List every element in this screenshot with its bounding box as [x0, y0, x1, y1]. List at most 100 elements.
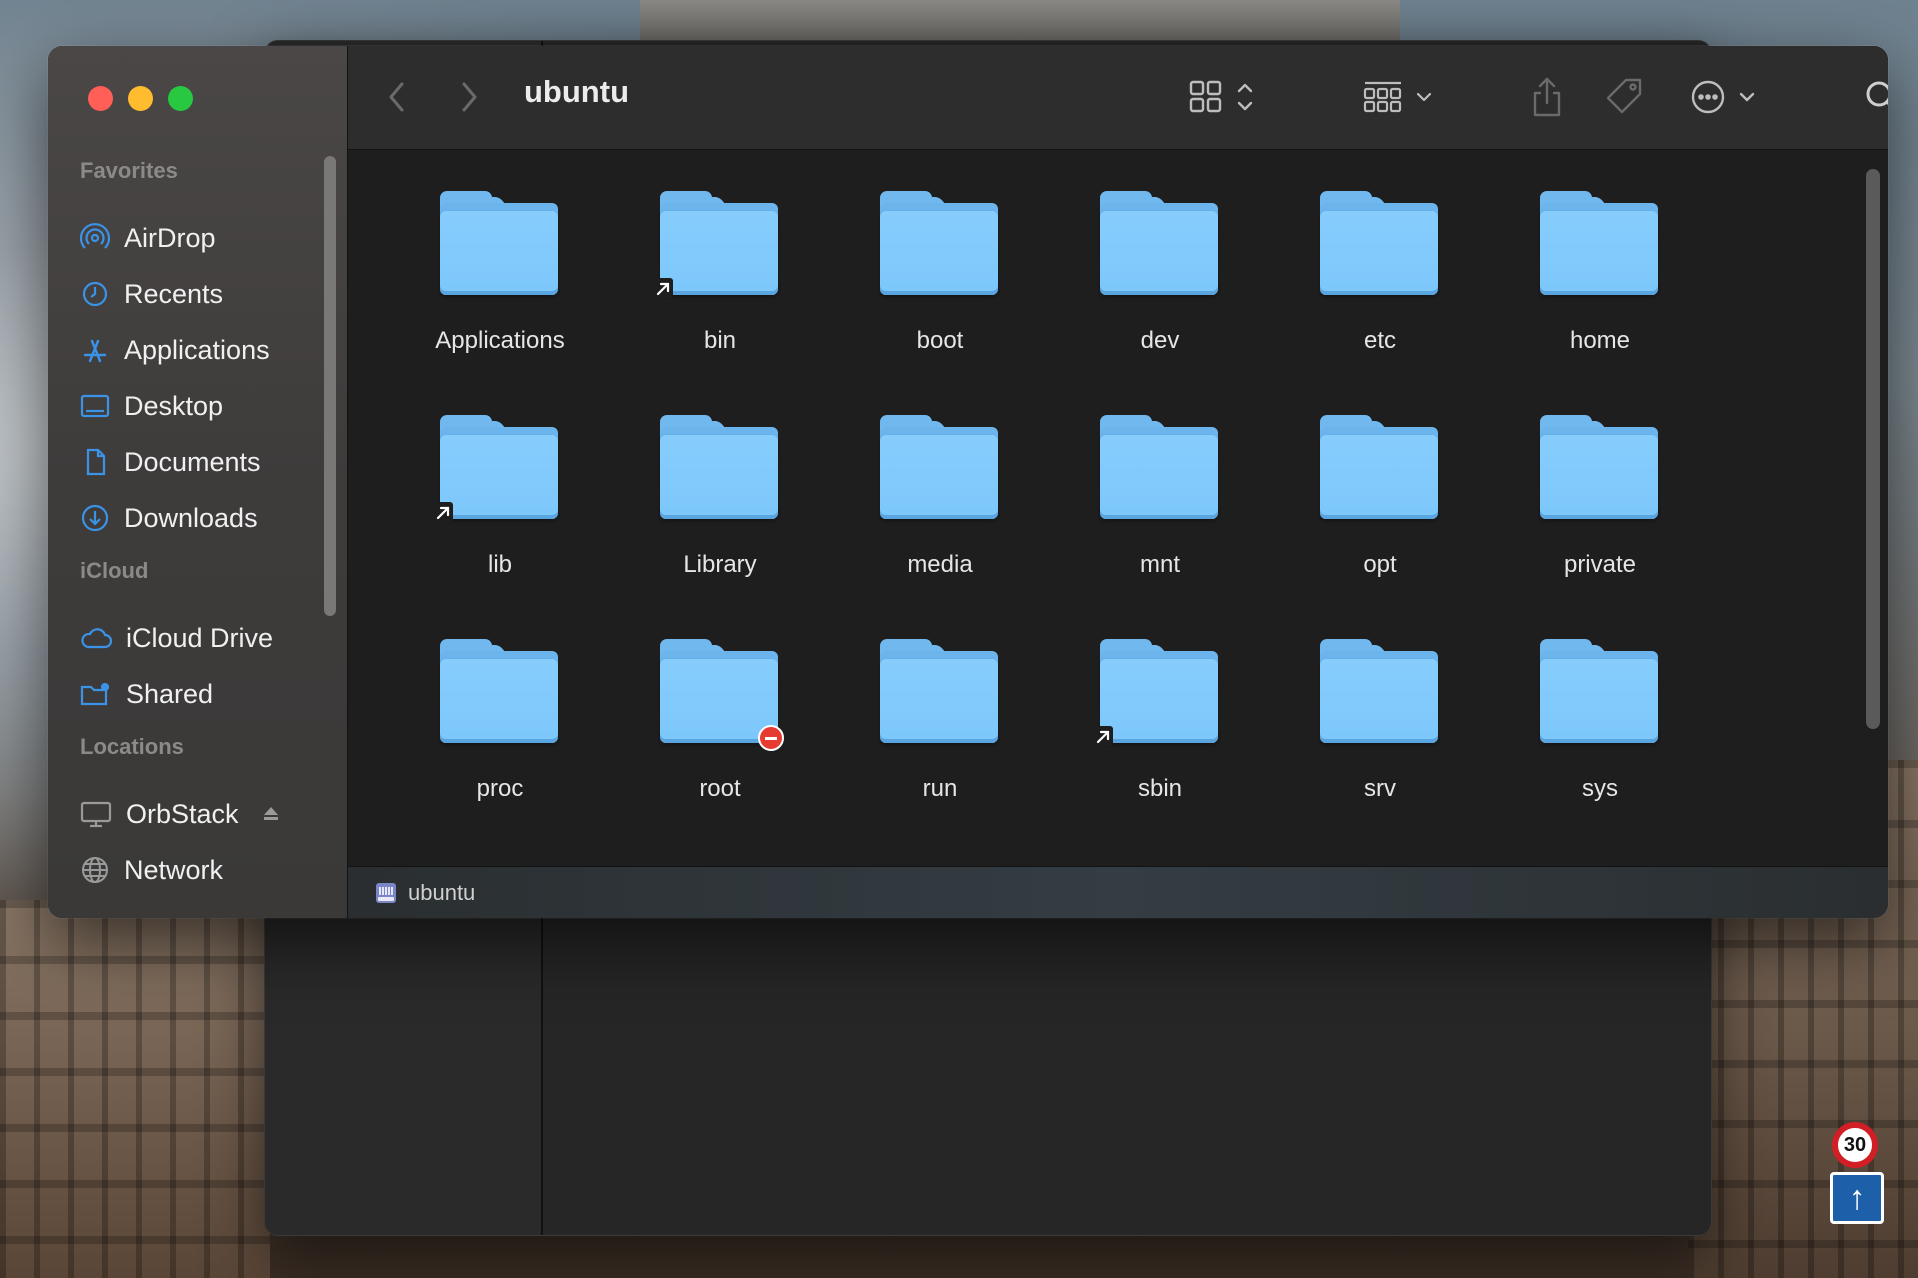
sidebar-item-label: Shared — [126, 678, 214, 709]
minimize-button[interactable] — [128, 86, 153, 111]
folder-icon — [1538, 415, 1662, 521]
folder-icon — [1318, 191, 1442, 297]
path-bar: ubuntu — [348, 866, 1888, 918]
folder-item[interactable]: proc — [390, 639, 610, 863]
folder-item[interactable]: etc — [1270, 191, 1490, 415]
sidebar-section-favorites: Favorites — [80, 158, 178, 183]
folder-item[interactable]: srv — [1270, 639, 1490, 863]
sidebar-scrollbar[interactable] — [324, 156, 336, 616]
more-icon — [1691, 80, 1755, 114]
tag-button[interactable] — [1604, 72, 1646, 122]
folder-item[interactable]: sbin — [1050, 639, 1270, 863]
folder-label: root — [699, 775, 741, 802]
forward-button[interactable] — [458, 72, 480, 122]
folder-item[interactable]: Applications — [390, 191, 610, 415]
folder-label: Applications — [435, 327, 565, 354]
sidebar-item-label: iCloud Drive — [126, 622, 274, 653]
file-browser-content[interactable]: Applications bin boot dev etc home lib L… — [348, 151, 1888, 866]
folder-label: mnt — [1139, 551, 1180, 578]
folder-label: Library — [683, 551, 757, 578]
zoom-button[interactable] — [168, 86, 193, 111]
folder-item[interactable]: private — [1490, 415, 1710, 639]
sidebar-item-recents[interactable]: Recents — [80, 272, 330, 316]
folder-item[interactable]: Library — [610, 415, 830, 639]
window-title: ubuntu — [524, 74, 630, 109]
sidebar-item-orbstack[interactable]: OrbStack — [80, 792, 330, 836]
folder-item[interactable]: lib — [390, 415, 610, 639]
folder-icon — [653, 191, 782, 298]
sidebar-item-label: Documents — [124, 446, 261, 477]
sidebar-item-label: Applications — [124, 334, 270, 365]
forward-chevron-icon — [462, 82, 477, 112]
share-button[interactable] — [1530, 72, 1564, 122]
alias-arrow-icon — [1093, 726, 1113, 746]
clock-icon — [82, 281, 108, 307]
disk-icon — [376, 882, 396, 903]
close-button[interactable] — [88, 86, 113, 111]
sidebar-item-icloud-drive[interactable]: iCloud Drive — [80, 616, 330, 660]
folder-item[interactable]: bin — [610, 191, 830, 415]
folder-label: etc — [1363, 327, 1396, 354]
eject-icon[interactable] — [261, 804, 281, 824]
sidebar-item-network[interactable]: Network — [80, 848, 330, 892]
sidebar-item-label: Downloads — [124, 502, 258, 533]
desktop-icon — [80, 394, 110, 418]
sidebar-item-label: Recents — [124, 278, 224, 309]
group-button[interactable] — [1362, 72, 1434, 122]
folder-label: lib — [487, 551, 512, 578]
folder-label: sbin — [1137, 775, 1183, 802]
share-icon — [1533, 77, 1561, 117]
airdrop-icon — [80, 223, 110, 249]
sidebar-item-documents[interactable]: Documents — [80, 440, 330, 484]
back-chevron-icon — [389, 82, 404, 112]
folder-item[interactable]: opt — [1270, 415, 1490, 639]
back-button[interactable] — [386, 72, 408, 122]
sidebar-item-airdrop[interactable]: AirDrop — [80, 216, 330, 260]
folder-icon — [658, 639, 784, 751]
folder-label: sys — [1582, 775, 1618, 802]
sidebar-item-label: Desktop — [124, 390, 224, 421]
folder-icon — [1098, 415, 1222, 521]
folder-icon — [1093, 639, 1222, 746]
folder-label: media — [907, 551, 973, 578]
background-building-left — [0, 900, 270, 1278]
folder-item[interactable]: boot — [830, 191, 1050, 415]
folder-item[interactable]: run — [830, 639, 1050, 863]
finder-window[interactable]: Favorites AirDrop Recents Applications D… — [48, 46, 1888, 918]
more-button[interactable] — [1690, 72, 1760, 122]
folder-label: run — [922, 775, 958, 802]
view-mode-button[interactable] — [1188, 72, 1258, 122]
sidebar-item-shared[interactable]: Shared — [80, 672, 330, 716]
folder-label: private — [1563, 551, 1637, 578]
search-button[interactable] — [1864, 72, 1888, 122]
download-icon — [81, 504, 109, 532]
folder-icon — [1538, 639, 1662, 745]
folder-item[interactable]: root — [610, 639, 830, 863]
folder-label: home — [1569, 327, 1631, 354]
folder-icon — [1538, 191, 1662, 297]
computer-icon — [80, 801, 112, 828]
sidebar-item-desktop[interactable]: Desktop — [80, 384, 330, 428]
sidebar-item-applications[interactable]: Applications — [80, 328, 330, 372]
path-bar-item[interactable]: ubuntu — [408, 880, 475, 906]
folder-icon — [658, 415, 782, 521]
document-icon — [86, 448, 106, 476]
folder-item[interactable]: sys — [1490, 639, 1710, 863]
content-scrollbar[interactable] — [1866, 169, 1880, 729]
folder-item[interactable]: mnt — [1050, 415, 1270, 639]
folder-icon — [878, 415, 1002, 521]
folder-icon — [1318, 639, 1442, 745]
sidebar-item-downloads[interactable]: Downloads — [80, 496, 330, 540]
window-controls — [88, 86, 193, 111]
folder-item[interactable]: media — [830, 415, 1050, 639]
tag-icon — [1606, 78, 1642, 114]
folder-label: srv — [1364, 775, 1396, 802]
grid-view-icon — [1189, 80, 1253, 113]
sidebar: Favorites AirDrop Recents Applications D… — [48, 46, 348, 918]
folder-item[interactable]: dev — [1050, 191, 1270, 415]
search-icon — [1866, 81, 1888, 107]
folder-item[interactable]: home — [1490, 191, 1710, 415]
folder-icon — [1098, 191, 1222, 297]
folder-icon — [438, 191, 562, 297]
applications-icon — [83, 339, 107, 363]
